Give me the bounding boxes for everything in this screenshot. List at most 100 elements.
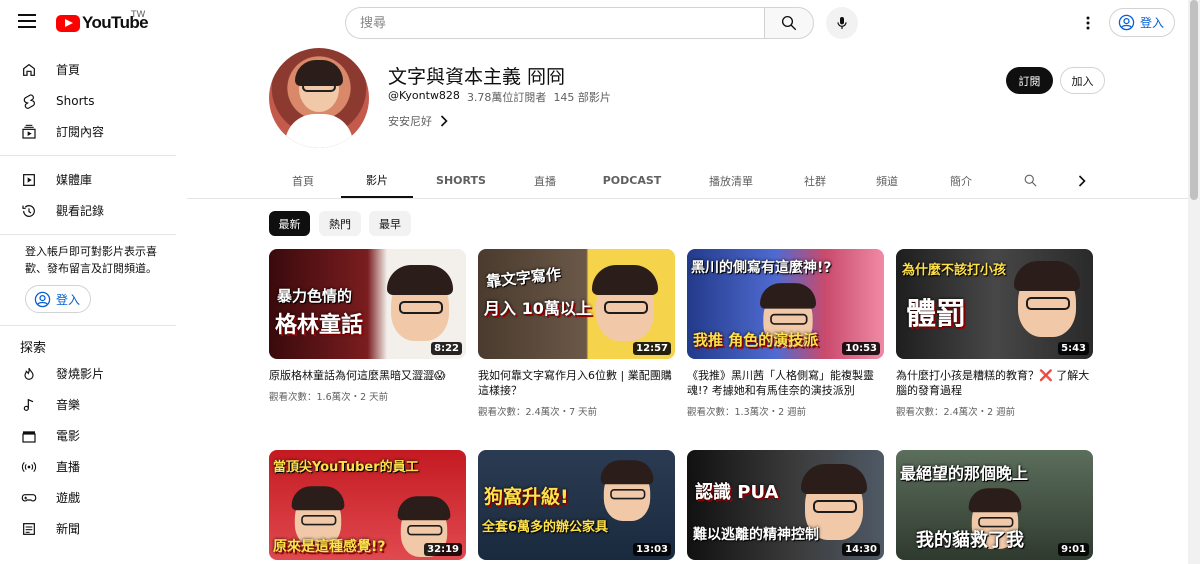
video-meta: 觀看次數：2.4萬次・7 天前 (478, 407, 598, 418)
video-card[interactable]: 靠文字寫作 月入 10萬以上 12:57 我如何靠文字寫作月入6位數 | 業配團… (478, 249, 675, 418)
video-card[interactable]: 為什麼不該打小孩 體罰 5:43 為什麼打小孩是糟糕的教育？❌ 了解大腦的發育過… (896, 249, 1093, 418)
video-thumbnail[interactable]: 最絕望的那個晚上 我的貓救了我 9:01 (896, 450, 1093, 560)
video-card[interactable]: 認識 PUA 難以逃離的精神控制 14:30 (687, 450, 884, 560)
chevron-right-icon (1078, 174, 1086, 187)
sidebar-signin-button[interactable]: 登入 (25, 285, 91, 313)
thumbnail-text: 難以逃離的精神控制 (693, 527, 819, 543)
tab-videos[interactable]: 影片 (341, 163, 413, 198)
signin-prompt-text: 登入帳戶即可對影片表示喜歡、發布留言及訂閱頻道。 (25, 245, 157, 275)
sidebar-item-news[interactable]: 新聞 (0, 513, 176, 544)
thumbnail-text: 最絕望的那個晚上 (900, 464, 1029, 483)
chevron-right-icon (440, 115, 448, 127)
library-icon (20, 171, 38, 189)
sidebar-item-subscriptions[interactable]: 訂閱內容 (0, 116, 176, 147)
join-button[interactable]: 加入 (1060, 67, 1105, 94)
video-card[interactable]: 黑川的側寫有這麼神!? 我推 角色的演技派 10:53 《我推》黑川茜「人格側寫… (687, 249, 884, 418)
account-icon (34, 291, 51, 307)
tab-playlists[interactable]: 播放清單 (695, 163, 767, 198)
search-icon (781, 15, 797, 31)
video-thumbnail[interactable]: 黑川的側寫有這麼神!? 我推 角色的演技派 10:53 (687, 249, 884, 359)
video-count: 145 部影片 (553, 91, 611, 104)
thumbnail-text: 格林童話 (275, 313, 364, 338)
sidebar-item-music[interactable]: 音樂 (0, 389, 176, 420)
scrollbar-thumb[interactable] (1190, 0, 1198, 200)
signin-button[interactable]: 登入 (1109, 8, 1175, 37)
video-card[interactable]: 最絕望的那個晚上 我的貓救了我 9:01 (896, 450, 1093, 560)
video-thumbnail[interactable]: 為什麼不該打小孩 體罰 5:43 (896, 249, 1093, 359)
channel-description[interactable]: 安安尼好 (388, 113, 448, 129)
video-meta: 觀看次數：2.4萬次・2 週前 (896, 407, 1016, 418)
tab-search[interactable] (1015, 163, 1045, 198)
video-thumbnail[interactable]: 狗窩升級! 全套6萬多的辦公家具 13:03 (478, 450, 675, 560)
video-card[interactable]: 暴力色情的 格林童話 8:22 原版格林童話為何這麼黑暗又澀澀😱 觀看次數：1.… (269, 249, 466, 403)
video-title[interactable]: 《我推》黑川茜「人格側寫」能複製靈魂!? 考據她和有馬佳奈的演技派別 (687, 368, 884, 398)
sidebar-item-library[interactable]: 媒體庫 (0, 164, 176, 195)
subscriptions-icon (20, 123, 38, 141)
thumbnail-person (387, 265, 453, 341)
tab-channels[interactable]: 頻道 (859, 163, 915, 198)
sidebar-item-label: 新聞 (56, 522, 81, 536)
video-card[interactable]: 當頂尖YouTuber的員工 原來是這種感覺!? 32:19 (269, 450, 466, 560)
sidebar-item-history[interactable]: 觀看記錄 (0, 195, 176, 226)
video-title[interactable]: 為什麼打小孩是糟糕的教育？❌ 了解大腦的發育過程 (896, 368, 1093, 398)
trending-icon (20, 365, 38, 383)
sidebar-item-shorts[interactable]: Shorts (0, 85, 176, 116)
video-duration: 8:22 (431, 342, 462, 355)
tab-home[interactable]: 首頁 (275, 163, 331, 198)
chip-latest[interactable]: 最新 (269, 211, 310, 236)
region-code: TW (131, 10, 146, 20)
thumbnail-text: 月入 10萬以上 (484, 299, 592, 318)
search-button[interactable] (764, 7, 814, 39)
video-title[interactable]: 原版格林童話為何這麼黑暗又澀澀😱 (269, 368, 466, 383)
sidebar-item-label: 發燒影片 (56, 367, 105, 381)
divider (0, 234, 176, 235)
sidebar-item-movies[interactable]: 電影 (0, 420, 176, 451)
account-icon (1118, 14, 1135, 31)
video-title[interactable]: 我如何靠文字寫作月入6位數 | 業配團購這樣接？ (478, 368, 675, 398)
sidebar-item-label: 觀看記錄 (56, 204, 105, 218)
sidebar-item-label: Shorts (56, 93, 95, 108)
settings-menu-button[interactable] (1078, 13, 1098, 33)
youtube-logo[interactable]: YouTube TW (56, 10, 149, 34)
voice-search-button[interactable] (826, 7, 858, 39)
sidebar-item-gaming[interactable]: 遊戲 (0, 482, 176, 513)
video-thumbnail[interactable]: 當頂尖YouTuber的員工 原來是這種感覺!? 32:19 (269, 450, 466, 560)
page-scrollbar[interactable] (1188, 0, 1200, 564)
channel-meta: @Kyontw828 3.78萬位訂閱者 145 部影片 (388, 89, 611, 105)
movies-icon (20, 427, 38, 445)
thumbnail-text: 狗窩升級! (484, 486, 569, 508)
menu-icon[interactable] (18, 14, 36, 28)
thumbnail-text: 靠文字寫作 (485, 265, 562, 291)
sidebar-item-label: 遊戲 (56, 491, 81, 505)
video-card[interactable]: 狗窩升級! 全套6萬多的辦公家具 13:03 (478, 450, 675, 560)
video-duration: 12:57 (633, 342, 671, 355)
explore-heading: 探索 (20, 340, 47, 356)
thumbnail-text: 黑川的側寫有這麼神!? (691, 260, 832, 276)
tab-live[interactable]: 直播 (517, 163, 573, 198)
shorts-icon (20, 92, 38, 110)
video-thumbnail[interactable]: 認識 PUA 難以逃離的精神控制 14:30 (687, 450, 884, 560)
channel-avatar[interactable] (269, 48, 369, 148)
tab-podcast[interactable]: PODCAST (597, 163, 667, 198)
channel-handle: @Kyontw828 (388, 89, 460, 102)
sidebar-item-home[interactable]: 首頁 (0, 54, 176, 85)
tab-community[interactable]: 社群 (787, 163, 843, 198)
sidebar-item-live[interactable]: 直播 (0, 451, 176, 482)
sidebar-item-label: 電影 (56, 429, 81, 443)
chip-popular[interactable]: 熱門 (319, 211, 361, 236)
thumbnail-text: 暴力色情的 (277, 287, 353, 305)
search-icon (1024, 174, 1037, 187)
sidebar-item-trending[interactable]: 發燒影片 (0, 358, 176, 389)
thumbnail-text: 我推 角色的演技派 (693, 331, 819, 349)
tabs-scroll-right[interactable] (1067, 163, 1097, 198)
tab-shorts[interactable]: SHORTS (427, 163, 495, 198)
search-input[interactable] (345, 7, 764, 39)
chip-oldest[interactable]: 最早 (369, 211, 411, 236)
subscribe-button[interactable]: 訂閱 (1006, 67, 1053, 94)
thumbnail-text: 我的貓救了我 (916, 530, 1024, 551)
tab-about[interactable]: 簡介 (933, 163, 989, 198)
video-duration: 10:53 (842, 342, 880, 355)
video-thumbnail[interactable]: 靠文字寫作 月入 10萬以上 12:57 (478, 249, 675, 359)
video-meta: 觀看次數：1.3萬次・2 週前 (687, 407, 807, 418)
video-thumbnail[interactable]: 暴力色情的 格林童話 8:22 (269, 249, 466, 359)
